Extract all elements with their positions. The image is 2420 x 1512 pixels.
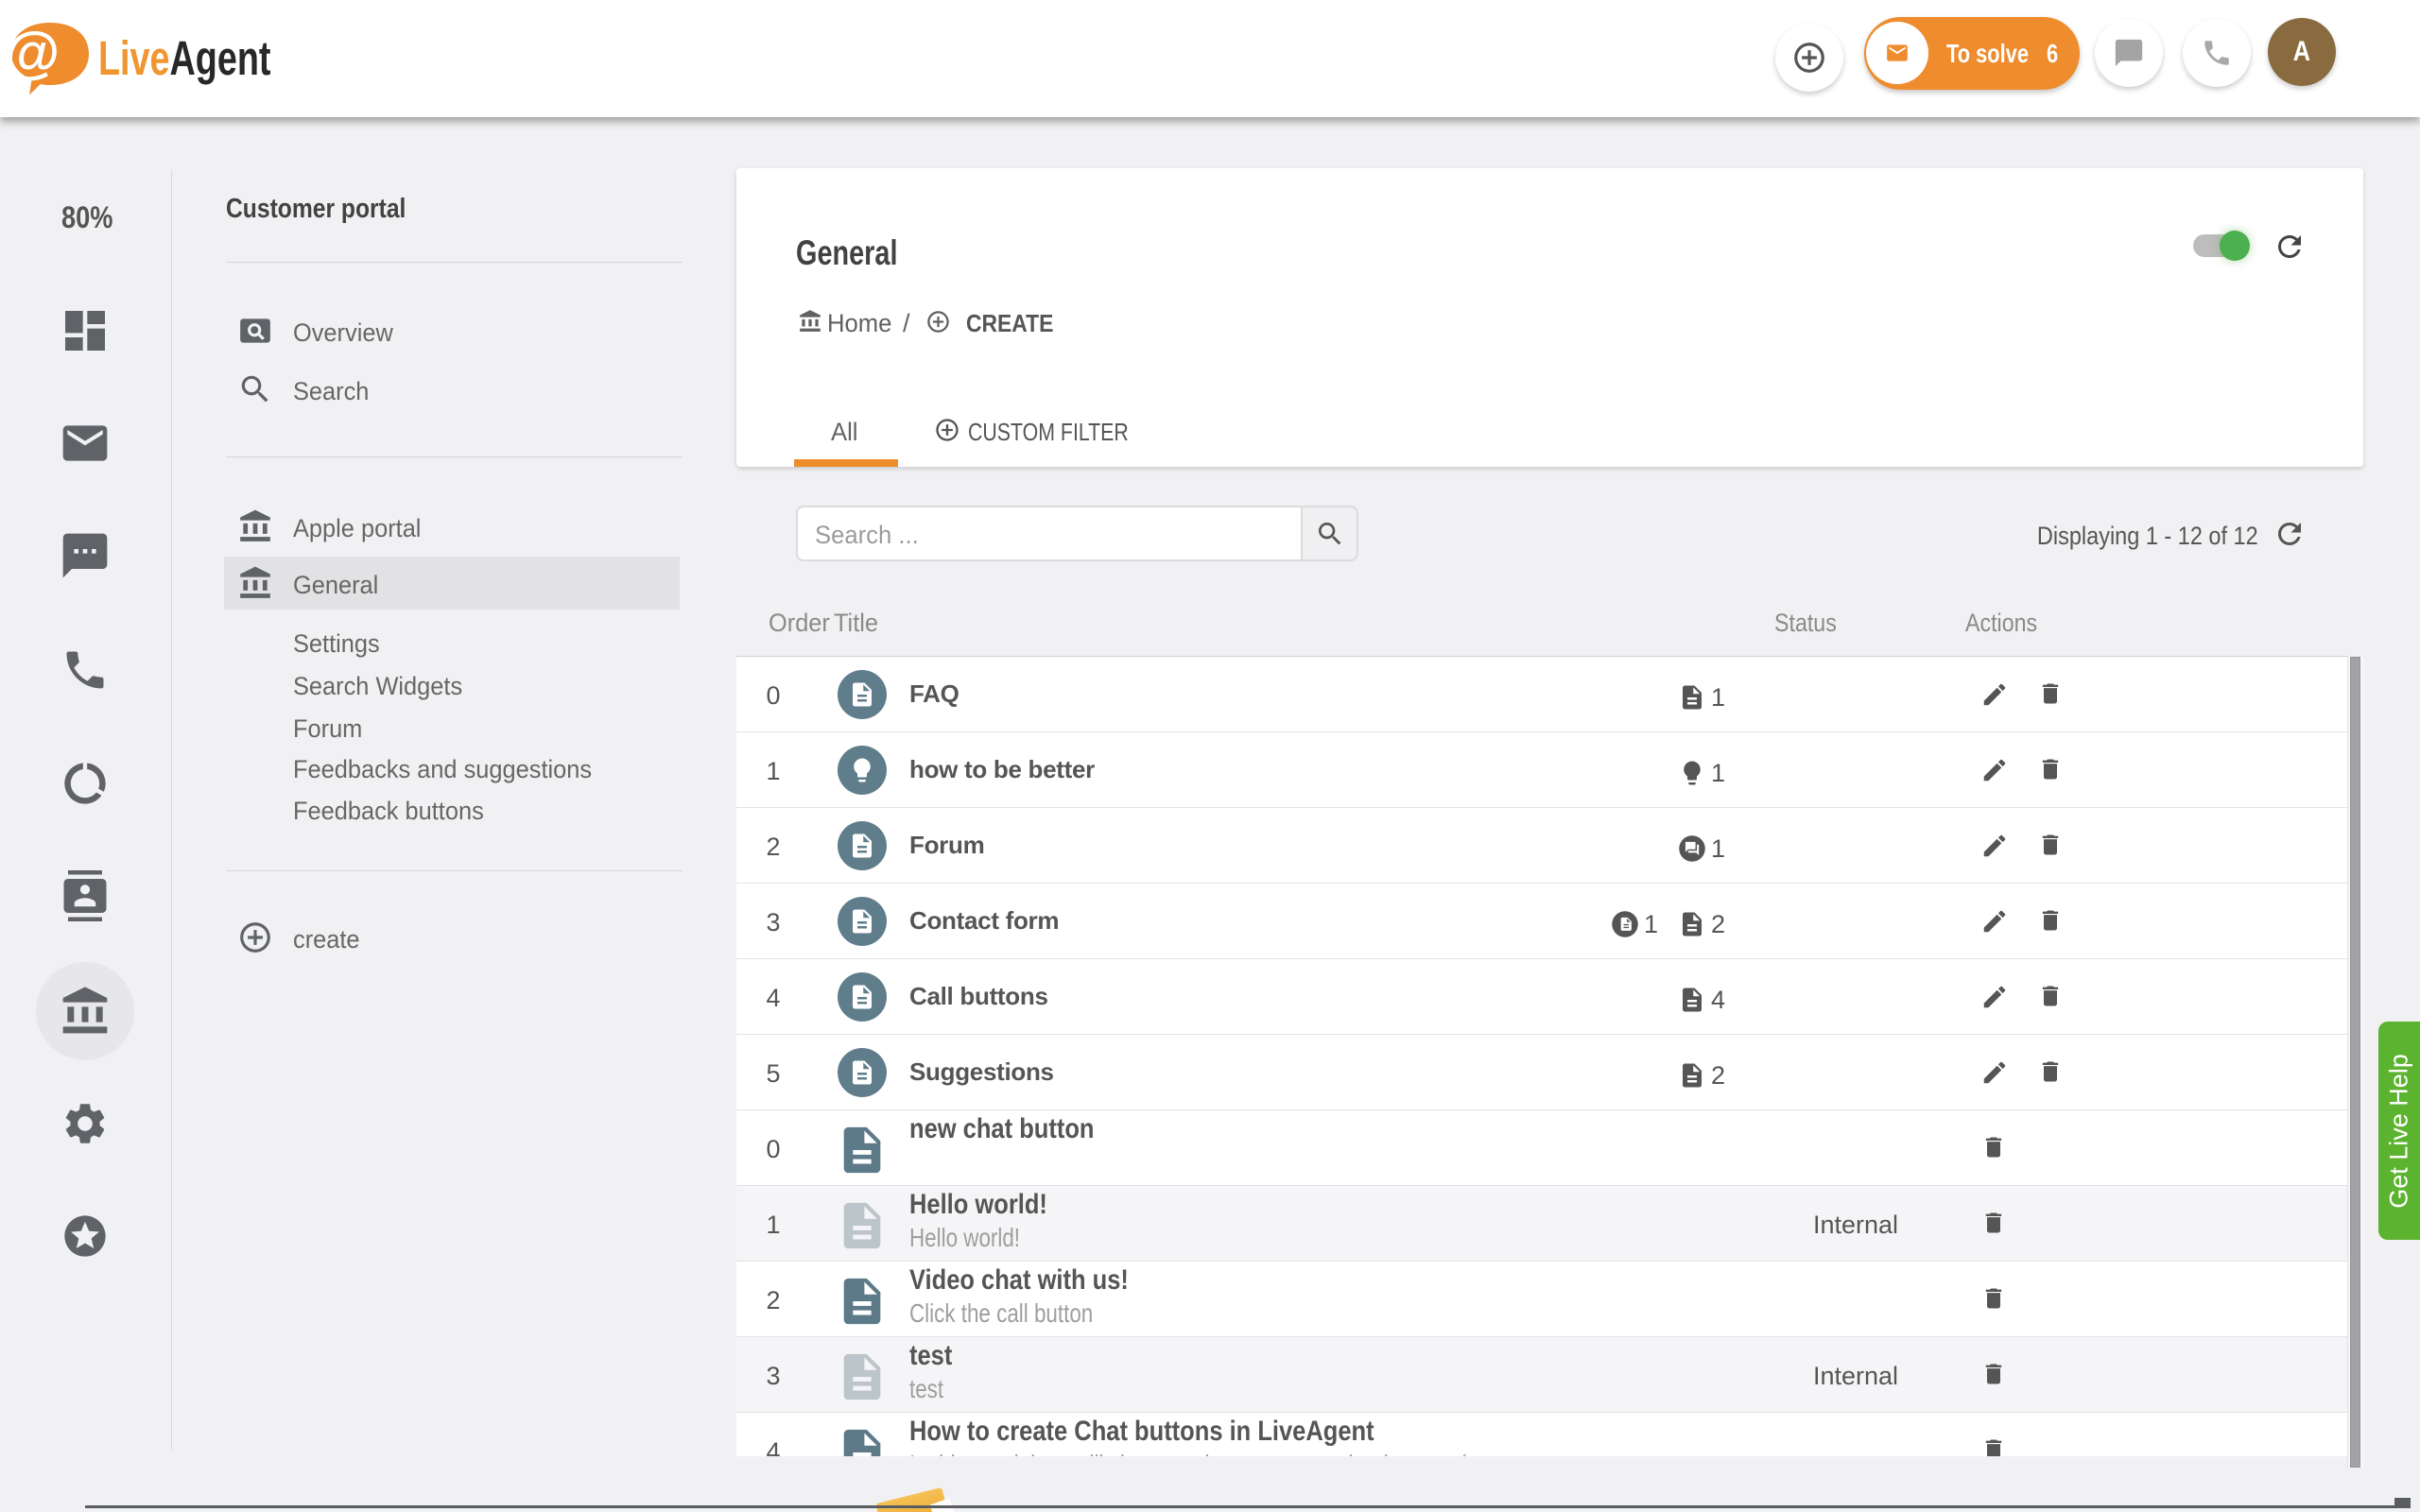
svg-text:@: @ — [8, 21, 60, 84]
